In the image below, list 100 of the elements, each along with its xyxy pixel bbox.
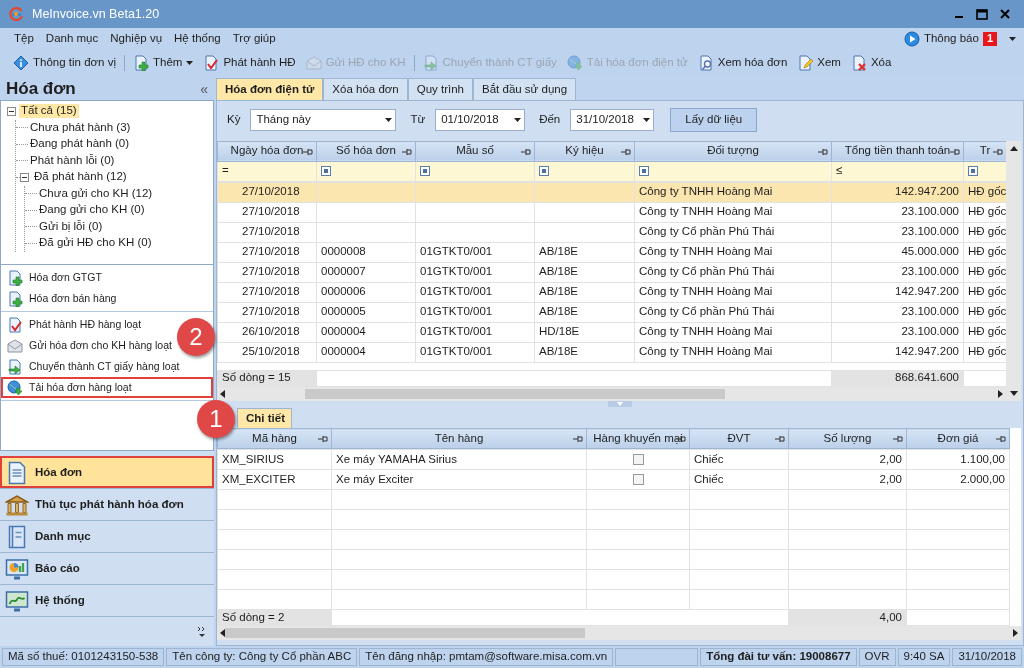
table-row[interactable]: 25/10/2018 0000004 01GTKT0/001 AB/18E Công ty TNHH Hoàng Mai 142.947.200 HĐ gốc — [217, 342, 1006, 362]
sidebar-action[interactable]: Hóa đơn bán hàng — [1, 288, 123, 309]
date-field[interactable]: 31/10/2018 — [570, 108, 655, 131]
splitter-handle[interactable] — [608, 401, 632, 408]
toolbar-button[interactable]: Xem — [792, 54, 846, 71]
table-cell: 0000004 — [321, 345, 366, 358]
toolbar-button[interactable]: Xóa — [845, 54, 897, 71]
checkbox[interactable] — [632, 454, 644, 466]
tree-item[interactable]: Chưa phát hành (3) — [28, 120, 133, 135]
menu-item[interactable]: Tệp — [8, 32, 40, 46]
filter-operator[interactable]: = — [222, 164, 229, 177]
tree-item[interactable]: Tất cả (15) — [19, 104, 79, 119]
filter-icon[interactable] — [420, 166, 430, 177]
document-x-icon — [850, 54, 867, 71]
expand-chevron-icon[interactable] — [198, 625, 206, 638]
sidebar-action[interactable]: Hóa đơn GTGT — [1, 267, 108, 288]
pin-icon[interactable] — [402, 147, 412, 156]
pin-icon[interactable] — [818, 147, 828, 156]
tree-item[interactable]: Đã gửi HĐ cho KH (0) — [37, 236, 154, 251]
table-cell: 0000005 — [321, 305, 366, 318]
table-row[interactable]: 27/10/2018 0000005 01GTKT0/001 AB/18E Công ty Cổ phần Phú Thái 23.100.000 HĐ gốc — [217, 302, 1006, 322]
horizontal-scrollbar[interactable] — [217, 626, 1021, 640]
table-row[interactable]: 27/10/2018 0000006 01GTKT0/001 AB/18E Công ty TNHH Hoàng Mai 142.947.200 HĐ gốc — [217, 282, 1006, 302]
toolbar-button[interactable]: Xem hóa đơn — [692, 54, 793, 71]
date-field[interactable]: 01/10/2018 — [435, 108, 526, 131]
tree-item[interactable]: Chưa gửi cho KH (12) — [37, 186, 155, 201]
table-row[interactable]: 27/10/2018 0000008 01GTKT0/001 AB/18E Công ty TNHH Hoàng Mai 45.000.000 HĐ gốc — [217, 242, 1006, 262]
nav-button[interactable]: Thủ tục phát hành hóa đơn — [0, 488, 214, 520]
nav-button[interactable]: Báo cáo — [0, 552, 214, 584]
sidebar-action[interactable]: Phát hành HĐ hàng loạt — [1, 314, 148, 335]
pin-icon[interactable] — [996, 435, 1006, 443]
scroll-right-icon[interactable] — [998, 389, 1003, 398]
menu-item[interactable]: Trợ giúp — [226, 32, 282, 46]
expand-toggle[interactable] — [7, 106, 16, 116]
tree-item[interactable]: Gửi bị lỗi (0) — [37, 219, 105, 234]
pin-icon[interactable] — [893, 435, 903, 443]
pin-icon[interactable] — [950, 147, 960, 156]
pin-icon[interactable] — [318, 435, 328, 443]
building-icon — [5, 492, 29, 517]
scroll-left-icon[interactable] — [220, 389, 225, 398]
tree-item[interactable]: Đang gửi cho KH (0) — [37, 203, 147, 218]
nav-button[interactable]: Danh mục — [0, 520, 214, 552]
table-cell: AB/18E — [539, 245, 578, 258]
filter-operator[interactable]: ≤ — [836, 164, 843, 177]
filter-icon[interactable] — [321, 166, 331, 177]
tree-item[interactable]: Phát hành lỗi (0) — [28, 153, 117, 168]
pin-icon[interactable] — [521, 147, 531, 156]
collapse-button[interactable]: « — [200, 80, 208, 98]
column-header[interactable]: ĐVT — [727, 431, 751, 444]
notification-link[interactable]: Thông báo — [923, 32, 979, 46]
sidebar-action[interactable]: Gửi hóa đơn cho KH hàng loạt — [1, 335, 178, 356]
document-arrow-icon — [422, 54, 439, 71]
toolbar-button[interactable]: Thông tin đơn vị — [8, 54, 121, 71]
tab[interactable]: Quy trình — [407, 78, 474, 100]
status-text: 9:40 SA — [897, 648, 951, 666]
load-data-button[interactable]: Lấy dữ liệu — [670, 107, 758, 132]
table-row[interactable]: 26/10/2018 0000004 01GTKT0/001 HD/18E Công ty TNHH Hoàng Mai 23.100.000 HĐ gốc — [217, 322, 1006, 342]
tab[interactable]: Hóa đơn điện tử — [216, 78, 324, 100]
toolbar-button[interactable]: Thêm — [128, 54, 199, 71]
tab[interactable]: Bắt đầu sử dụng — [473, 78, 577, 100]
nav-button[interactable]: Hóa đơn — [0, 456, 214, 488]
pin-icon[interactable] — [303, 147, 313, 156]
table-cell: Chiếc — [694, 472, 724, 485]
filter-icon[interactable] — [639, 166, 649, 177]
column-header[interactable]: Tr — [979, 144, 991, 157]
tree-item[interactable]: Đã phát hành (12) — [32, 170, 129, 185]
pin-icon[interactable] — [993, 147, 1003, 156]
menu-item[interactable]: Hệ thống — [168, 32, 227, 46]
checkbox[interactable] — [632, 474, 644, 486]
scroll-up-icon[interactable] — [1009, 145, 1018, 151]
tab[interactable]: Chi tiết — [237, 408, 292, 428]
toolbar-button[interactable]: Phát hành HĐ — [198, 54, 301, 71]
column-header[interactable]: Đối tượng — [707, 144, 759, 157]
sidebar-action[interactable]: Chuyển thành CT giấy hàng loạt — [1, 356, 186, 377]
tree-item[interactable]: Đang phát hành (0) — [28, 137, 132, 152]
column-header[interactable]: Tên hàng — [434, 431, 484, 444]
table-row[interactable]: 27/10/2018 Công ty TNHH Hoàng Mai 23.100.000 HĐ gốc — [217, 202, 1006, 222]
table-cell: HĐ gốc — [968, 185, 1006, 198]
scroll-down-icon[interactable] — [1009, 390, 1018, 396]
nav-button[interactable]: Hệ thống — [0, 584, 214, 616]
table-row[interactable]: 27/10/2018 Công ty TNHH Hoàng Mai 142.947.200 HĐ gốc — [217, 182, 1006, 202]
expand-toggle[interactable] — [20, 172, 29, 182]
pin-icon[interactable] — [775, 435, 785, 443]
table-cell: HĐ gốc — [968, 205, 1006, 218]
tab[interactable]: Xóa hóa đơn — [323, 78, 408, 100]
filter-icon[interactable] — [968, 166, 978, 177]
menu-item[interactable]: Nghiệp vụ — [104, 32, 169, 46]
pin-icon[interactable] — [573, 435, 583, 443]
menu-item[interactable]: Danh mục — [39, 32, 105, 46]
scroll-right-icon[interactable] — [1013, 629, 1018, 637]
pin-icon[interactable] — [621, 147, 631, 156]
table-row[interactable]: 27/10/2018 Công ty Cổ phần Phú Thái 23.100.000 HĐ gốc — [217, 222, 1006, 242]
table-row[interactable]: 27/10/2018 0000007 01GTKT0/001 AB/18E Công ty Cổ phần Phú Thái 23.100.000 HĐ gốc — [217, 262, 1006, 282]
period-dropdown[interactable]: Tháng này — [250, 108, 397, 131]
document-plus-icon — [7, 290, 23, 307]
close-icon[interactable] — [1000, 9, 1010, 19]
vertical-scrollbar[interactable] — [1006, 140, 1021, 401]
maximize-icon[interactable] — [976, 8, 988, 20]
sidebar-action[interactable]: Tải hóa đơn hàng loạt — [1, 377, 213, 398]
filter-icon[interactable] — [539, 166, 549, 177]
